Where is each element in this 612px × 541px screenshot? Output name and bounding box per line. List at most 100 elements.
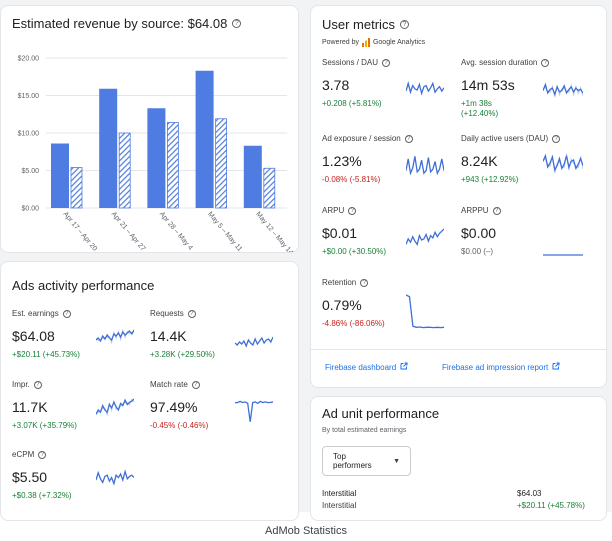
metric-delta: +1m 38s (+12.40%): [461, 99, 499, 118]
metric-avg-session-duration[interactable]: Avg. session duration? 14m 53s +1m 38s (…: [461, 58, 550, 119]
sparkline-retention: [406, 294, 444, 329]
firebase-dashboard-link[interactable]: Firebase dashboard: [325, 362, 408, 372]
link-text: Firebase ad impression report: [442, 362, 549, 372]
bar-solid: [99, 88, 118, 208]
x-tick-label: Apr 28 – May 4: [158, 211, 194, 252]
metric-delta: $0.00 (–): [461, 247, 494, 256]
metric-delta: -0.08% (-5.81%): [322, 175, 381, 184]
bar-solid: [147, 108, 166, 208]
help-circle-icon[interactable]: ?: [382, 58, 391, 67]
help-circle-icon[interactable]: ?: [360, 278, 369, 287]
sparkline-line: [543, 82, 583, 97]
sparkline-ecpm: [96, 469, 134, 486]
sparkline-line: [96, 329, 134, 343]
sparkline-comparison-line: [543, 153, 583, 174]
help-circle-icon[interactable]: ?: [62, 309, 71, 318]
help-circle-icon[interactable]: ?: [399, 20, 409, 29]
metric-arppu[interactable]: ARPPU? $0.00 $0.00 (–): [461, 206, 501, 257]
metric-label: Est. earnings: [12, 309, 59, 318]
metric-label: Retention: [322, 278, 357, 287]
user-title-text: User metrics: [322, 17, 395, 32]
revenue-card: Estimated revenue by source: $64.08 ? $0…: [0, 5, 299, 253]
metric-label: Impr.: [12, 380, 30, 389]
link-text: Firebase dashboard: [325, 362, 397, 372]
ad-unit-row[interactable]: Interstitial Interstitial $64.03 +$20.11…: [322, 489, 587, 513]
sparkline-requests: [235, 336, 273, 348]
y-tick-label: $20.00: [18, 56, 40, 63]
ads-card-title: Ads activity performance: [12, 278, 154, 293]
help-circle-icon[interactable]: ?: [552, 134, 561, 143]
metric-delta: +3.07K (+35.79%): [12, 421, 77, 430]
ad-unit-card-title: Ad unit performance: [322, 406, 439, 421]
metric-value: $5.50: [12, 469, 48, 485]
revenue-bar-chart: $0.00 $5.00 $10.00 $15.00 $20.00 Apr 17 – Apr…: [18, 56, 295, 253]
metric-value: 1.23%: [322, 153, 362, 169]
metric-value: 0.79%: [322, 297, 362, 313]
metric-delta: -0.45% (-0.46%): [150, 421, 209, 430]
bar-solid: [243, 145, 262, 208]
help-circle-icon[interactable]: ?: [33, 380, 42, 389]
sparkline-ad-exposure: [406, 156, 444, 176]
metric-delta: +$0.38 (+7.32%): [12, 491, 72, 500]
ads-activity-card: Ads activity performance Est. earnings? …: [0, 261, 299, 521]
firebase-impression-report-link[interactable]: Firebase ad impression report: [442, 362, 560, 372]
x-tick-label: Apr 17 – Apr 20: [61, 211, 98, 253]
metric-value: 14m 53s: [461, 77, 515, 93]
bar-solid: [195, 70, 214, 208]
metric-delta: -4.86% (-86.06%): [322, 319, 385, 328]
metric-label: Sessions / DAU: [322, 58, 379, 67]
metric-value: 11.7K: [12, 399, 48, 415]
help-circle-icon[interactable]: ?: [404, 134, 413, 143]
top-performers-dropdown[interactable]: Top performers ▼: [322, 446, 411, 476]
metric-ad-exposure[interactable]: Ad exposure / session? 1.23% -0.08% (-5.…: [322, 134, 413, 185]
help-circle-icon[interactable]: ?: [541, 58, 550, 67]
metric-value: 97.49%: [150, 399, 198, 415]
sparkline-line: [406, 228, 444, 246]
card-divider: [311, 349, 606, 350]
metric-match-rate[interactable]: Match rate? 97.49% -0.45% (-0.46%): [150, 380, 208, 431]
metric-arpu[interactable]: ARPU? $0.01 +$0.00 (+30.50%): [322, 206, 386, 257]
metric-sessions-dau[interactable]: Sessions / DAU? 3.78 +0.208 (+5.81%): [322, 58, 391, 109]
metric-label: Avg. session duration: [461, 58, 538, 67]
powered-by-text: Powered by: [322, 39, 359, 46]
sparkline-est-earnings: [96, 328, 134, 345]
sparkline-arppu: [543, 254, 583, 256]
help-circle-icon[interactable]: ?: [348, 206, 357, 215]
help-circle-icon[interactable]: ?: [38, 450, 47, 459]
help-circle-icon[interactable]: ?: [191, 380, 200, 389]
metric-requests[interactable]: Requests? 14.4K +3.28K (+29.50%): [150, 309, 215, 360]
metric-value: 3.78: [322, 77, 350, 93]
metric-label: eCPM: [12, 450, 35, 459]
bar-solid: [51, 143, 69, 208]
analytics-logo-icon: [361, 38, 370, 47]
ad-unit-card: Ad unit performance By total estimated e…: [310, 396, 607, 521]
analytics-text: Google Analytics: [372, 39, 426, 46]
metric-label: ARPPU: [461, 206, 489, 215]
metric-retention[interactable]: Retention? 0.79% -4.86% (-86.06%): [322, 278, 385, 329]
metric-impressions[interactable]: Impr.? 11.7K +3.07K (+35.79%): [12, 380, 77, 431]
metric-ecpm[interactable]: eCPM? $5.50 +$0.38 (+7.32%): [12, 450, 72, 501]
metric-label: Requests: [150, 309, 184, 318]
sparkline-line: [96, 469, 134, 486]
help-circle-icon[interactable]: ?: [492, 206, 501, 215]
ad-unit-name: Interstitial: [322, 489, 357, 498]
help-circle-icon[interactable]: ?: [187, 309, 196, 318]
metric-label: Match rate: [150, 380, 188, 389]
ad-unit-format: Interstitial: [322, 501, 357, 510]
metric-est-earnings[interactable]: Est. earnings? $64.08 +$20.11 (+45.73%): [12, 309, 80, 360]
ad-unit-title-text: Ad unit performance: [322, 406, 440, 421]
metric-value: $64.08: [12, 328, 55, 344]
sparkline-impressions: [96, 398, 134, 417]
sparkline-sessions-dau: [406, 80, 444, 96]
y-tick-label: $0.00: [21, 206, 39, 213]
x-tick-label: Apr 21 – Apr 27: [110, 211, 147, 253]
sparkline-match-rate: [235, 400, 273, 422]
dropdown-arrow-icon: ▼: [393, 457, 400, 465]
metric-label: Ad exposure / session: [322, 134, 401, 143]
sparkline-line: [543, 153, 583, 172]
external-link-icon: [400, 362, 408, 372]
user-metrics-card: User metrics ? Powered by Google Analyti…: [310, 5, 607, 388]
ad-unit-earnings: $64.03: [517, 489, 542, 498]
sparkline-arpu: [406, 228, 444, 246]
ads-title-text: Ads activity performance: [12, 278, 155, 293]
